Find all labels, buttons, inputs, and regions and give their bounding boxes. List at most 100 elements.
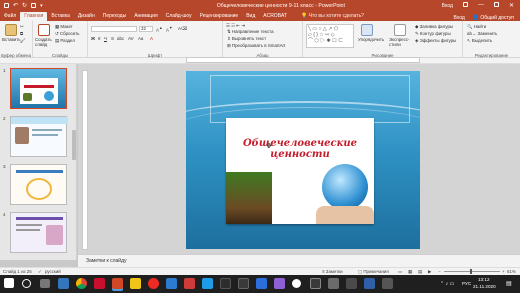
telegram-icon[interactable] [202, 278, 213, 289]
explorer-icon[interactable] [130, 278, 141, 289]
tab-file[interactable]: Файл [0, 12, 20, 21]
clear-format-icon[interactable]: A⌫ [178, 26, 187, 32]
tab-acrobat[interactable]: ACROBAT [259, 12, 291, 21]
app-icon[interactable] [310, 278, 321, 289]
quick-styles-button[interactable]: Экспресс-стили [389, 37, 413, 47]
clock-time[interactable]: 13:12 [478, 277, 490, 282]
section-button[interactable]: ▤ Раздел [55, 38, 75, 44]
tab-home[interactable]: Главная [20, 12, 48, 21]
app-icon[interactable] [184, 278, 195, 289]
tab-insert[interactable]: Вставка [47, 12, 74, 21]
change-case-icon[interactable]: Aa [138, 36, 143, 41]
tray-icons[interactable]: ⌃ ♪ ▭ [440, 281, 454, 287]
minimize-icon[interactable]: — [478, 2, 484, 9]
app-icon[interactable] [274, 278, 285, 289]
layout-button[interactable]: ▦ Макет [55, 24, 73, 30]
tab-transitions[interactable]: Переходы [99, 12, 130, 21]
arrange-button[interactable]: Упорядочить [358, 37, 384, 42]
redo-icon[interactable]: ↻ [22, 2, 27, 9]
slide-title[interactable]: Общечеловеческие ценности [226, 138, 374, 160]
sign-in-link[interactable]: Вход [442, 3, 453, 9]
search-icon[interactable] [22, 279, 31, 288]
app-icon[interactable] [238, 278, 249, 289]
font-color-icon[interactable]: A [150, 36, 153, 41]
powerpoint-icon[interactable] [112, 278, 123, 289]
app-icon[interactable] [220, 278, 231, 289]
edge-icon[interactable] [58, 278, 69, 289]
paste-button[interactable]: Вставить [2, 37, 21, 42]
undo-icon[interactable]: ↶ [13, 2, 18, 9]
customize-qa-icon[interactable]: ▾ [40, 3, 43, 9]
task-view-icon[interactable] [40, 279, 50, 288]
copy-icon[interactable]: ⧉ [20, 31, 23, 36]
notes-toggle-button[interactable]: ≡ Заметки [322, 269, 343, 274]
tab-slideshow[interactable]: Слайд-шоу [162, 12, 196, 21]
zoom-in-icon[interactable]: + [502, 269, 505, 274]
app-icon[interactable] [382, 278, 393, 289]
zoom-level[interactable]: 61% [507, 269, 516, 274]
italic-icon[interactable]: К [98, 36, 101, 41]
close-icon[interactable]: ✕ [509, 2, 514, 9]
shape-effects-button[interactable]: ◈ Эффекты фигуры [415, 38, 456, 44]
language-indicator[interactable]: русский [45, 269, 61, 274]
app-icon[interactable] [346, 278, 357, 289]
app-icon[interactable] [166, 278, 177, 289]
char-spacing-icon[interactable]: AV [128, 36, 134, 41]
find-button[interactable]: 🔍 Найти [467, 24, 486, 30]
tab-design[interactable]: Дизайн [74, 12, 99, 21]
clock-date[interactable]: 21.11.2020 [473, 284, 496, 289]
new-slide-icon[interactable] [38, 24, 50, 36]
slide-thumbnail[interactable] [10, 68, 67, 109]
cut-icon[interactable]: ✂ [20, 24, 24, 30]
tell-me-search[interactable]: 💡 Что вы хотите сделать? [297, 12, 368, 21]
quick-styles-icon[interactable] [394, 24, 406, 36]
maximize-icon[interactable] [493, 2, 499, 7]
new-slide-button[interactable]: Создать слайд [35, 37, 55, 47]
title-card[interactable]: Общечеловеческие ценности ✥ [226, 118, 374, 224]
arrange-icon[interactable] [361, 24, 373, 36]
slide-thumbnail[interactable] [10, 212, 67, 253]
zoom-out-icon[interactable]: − [438, 269, 441, 274]
app-icon[interactable] [364, 278, 375, 289]
app-icon[interactable] [292, 279, 301, 288]
reset-button[interactable]: ↺ Сбросить [55, 31, 79, 37]
smartart-button[interactable]: ⊞ Преобразовать в SmartArt [227, 43, 285, 49]
tab-review[interactable]: Рецензирование [196, 12, 243, 21]
chrome-icon[interactable] [76, 278, 87, 289]
tab-view[interactable]: Вид [242, 12, 259, 21]
format-painter-icon[interactable]: 🖌 [20, 38, 26, 44]
zoom-slider-thumb[interactable] [470, 269, 472, 274]
text-direction-button[interactable]: ⇅ Направление текста [227, 29, 274, 35]
zoom-slider[interactable] [444, 271, 500, 272]
opera-icon[interactable] [148, 278, 159, 289]
grow-font-icon[interactable]: A▲ [156, 26, 163, 32]
shrink-font-icon[interactable]: A▼ [166, 26, 173, 32]
app-icon[interactable] [328, 278, 339, 289]
yandex-icon[interactable] [94, 278, 105, 289]
slide-thumbnail[interactable] [10, 116, 68, 157]
zoom-app-icon[interactable] [256, 278, 267, 289]
notes-pane[interactable]: Заметки к слайду [78, 254, 520, 267]
font-name-box[interactable] [91, 26, 137, 32]
strikethrough-icon[interactable]: abc [117, 36, 124, 41]
paste-icon[interactable] [5, 24, 17, 36]
underline-icon[interactable]: Ч [104, 36, 107, 41]
font-size-box[interactable]: 32 [139, 26, 153, 32]
windows-start-icon[interactable] [4, 278, 14, 288]
title-placeholder[interactable] [210, 75, 410, 123]
ribbon-options-icon[interactable] [462, 2, 468, 7]
bold-icon[interactable]: Ж [91, 36, 95, 41]
slide-thumbnail[interactable] [10, 164, 67, 205]
tab-animations[interactable]: Анимация [130, 12, 161, 21]
thumbnails-scrollbar[interactable] [72, 130, 76, 160]
start-slideshow-icon[interactable] [31, 3, 37, 8]
notifications-icon[interactable]: ▤ [506, 280, 512, 287]
shapes-gallery[interactable]: ╲ ▭ ○ △ ↗ ⬠ ▱ { } ☆ ⇨ ◇ ⌒ ⬡ ▷ ✱ ☐ ⊂ [306, 24, 354, 48]
shape-fill-button[interactable]: ◆ Заливка фигуры [415, 24, 453, 30]
shape-outline-button[interactable]: ✎ Контур фигуры [415, 31, 451, 37]
align-text-button[interactable]: ⇕ Выровнять текст [227, 36, 266, 42]
replace-button[interactable]: ab→ Заменить [467, 31, 497, 36]
shadow-icon[interactable]: S [111, 36, 114, 41]
select-button[interactable]: ↖ Выделить [467, 38, 492, 44]
keyboard-language[interactable]: РУС [462, 281, 471, 286]
